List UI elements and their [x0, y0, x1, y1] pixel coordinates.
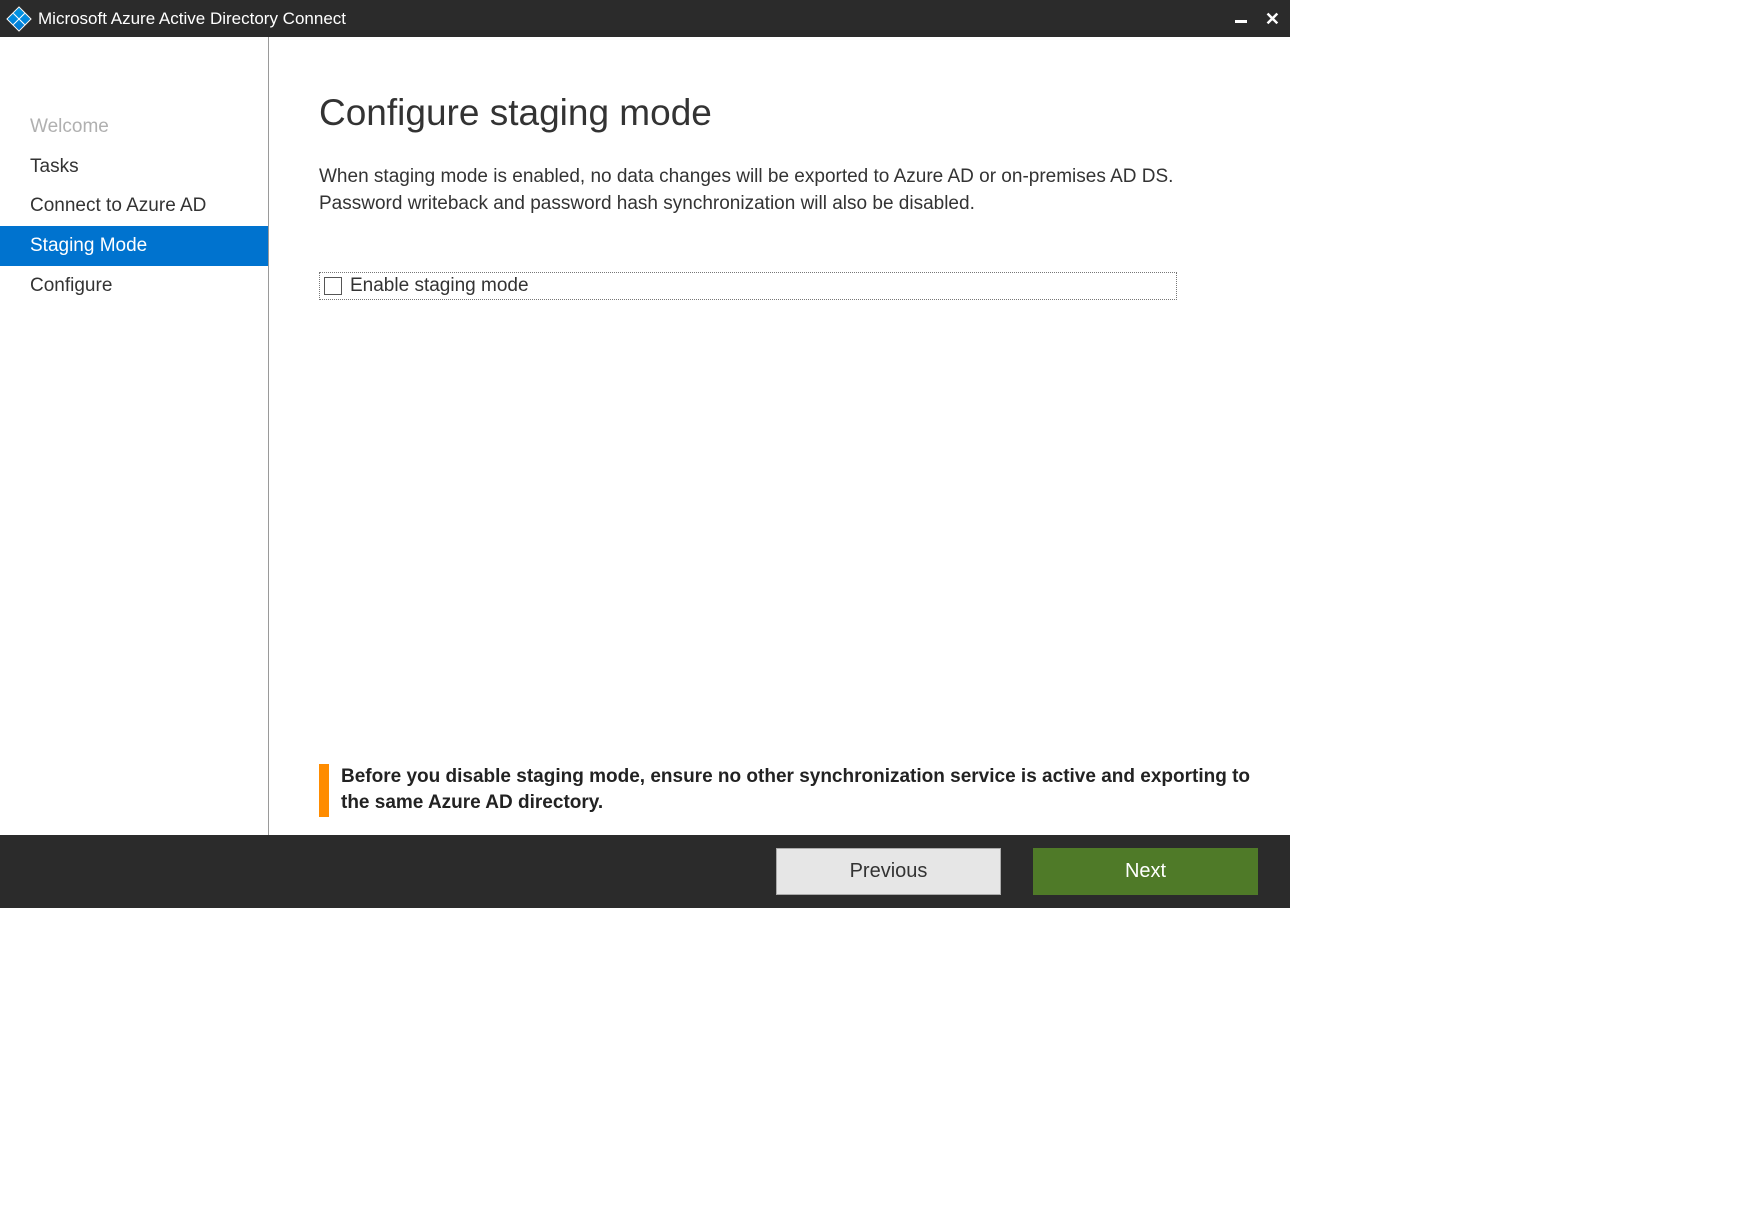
enable-staging-checkbox[interactable]: [324, 277, 342, 295]
enable-staging-checkbox-row[interactable]: Enable staging mode: [319, 272, 1177, 300]
footer: Previous Next: [0, 835, 1290, 908]
sidebar-item-label: Welcome: [30, 116, 109, 137]
sidebar-item-staging-mode[interactable]: Staging Mode: [0, 226, 268, 266]
minimize-icon[interactable]: [1235, 20, 1247, 23]
previous-button[interactable]: Previous: [776, 848, 1001, 895]
sidebar-item-label: Connect to Azure AD: [30, 195, 206, 216]
next-button[interactable]: Next: [1033, 848, 1258, 895]
sidebar-item-welcome[interactable]: Welcome: [0, 107, 268, 147]
sidebar-item-label: Configure: [30, 275, 112, 296]
warning-bar: Before you disable staging mode, ensure …: [319, 764, 1260, 817]
warning-message: Before you disable staging mode, ensure …: [341, 764, 1260, 817]
page-description: When staging mode is enabled, no data ch…: [319, 164, 1179, 217]
sidebar-item-label: Tasks: [30, 156, 79, 177]
window-title: Microsoft Azure Active Directory Connect: [38, 9, 1235, 29]
enable-staging-label[interactable]: Enable staging mode: [350, 275, 529, 297]
main-content: Configure staging mode When staging mode…: [269, 37, 1290, 835]
sidebar-item-configure[interactable]: Configure: [0, 266, 268, 306]
sidebar-item-label: Staging Mode: [30, 235, 147, 256]
sidebar-item-tasks[interactable]: Tasks: [0, 147, 268, 187]
sidebar: Welcome Tasks Connect to Azure AD Stagin…: [0, 37, 269, 835]
titlebar: Microsoft Azure Active Directory Connect…: [0, 0, 1290, 37]
sidebar-item-connect-azure-ad[interactable]: Connect to Azure AD: [0, 186, 268, 226]
window-controls: ✕: [1235, 10, 1280, 28]
close-icon[interactable]: ✕: [1265, 10, 1280, 28]
body-area: Welcome Tasks Connect to Azure AD Stagin…: [0, 37, 1290, 835]
warning-stripe-icon: [319, 764, 329, 817]
app-icon: [6, 6, 31, 31]
page-title: Configure staging mode: [319, 92, 1240, 134]
